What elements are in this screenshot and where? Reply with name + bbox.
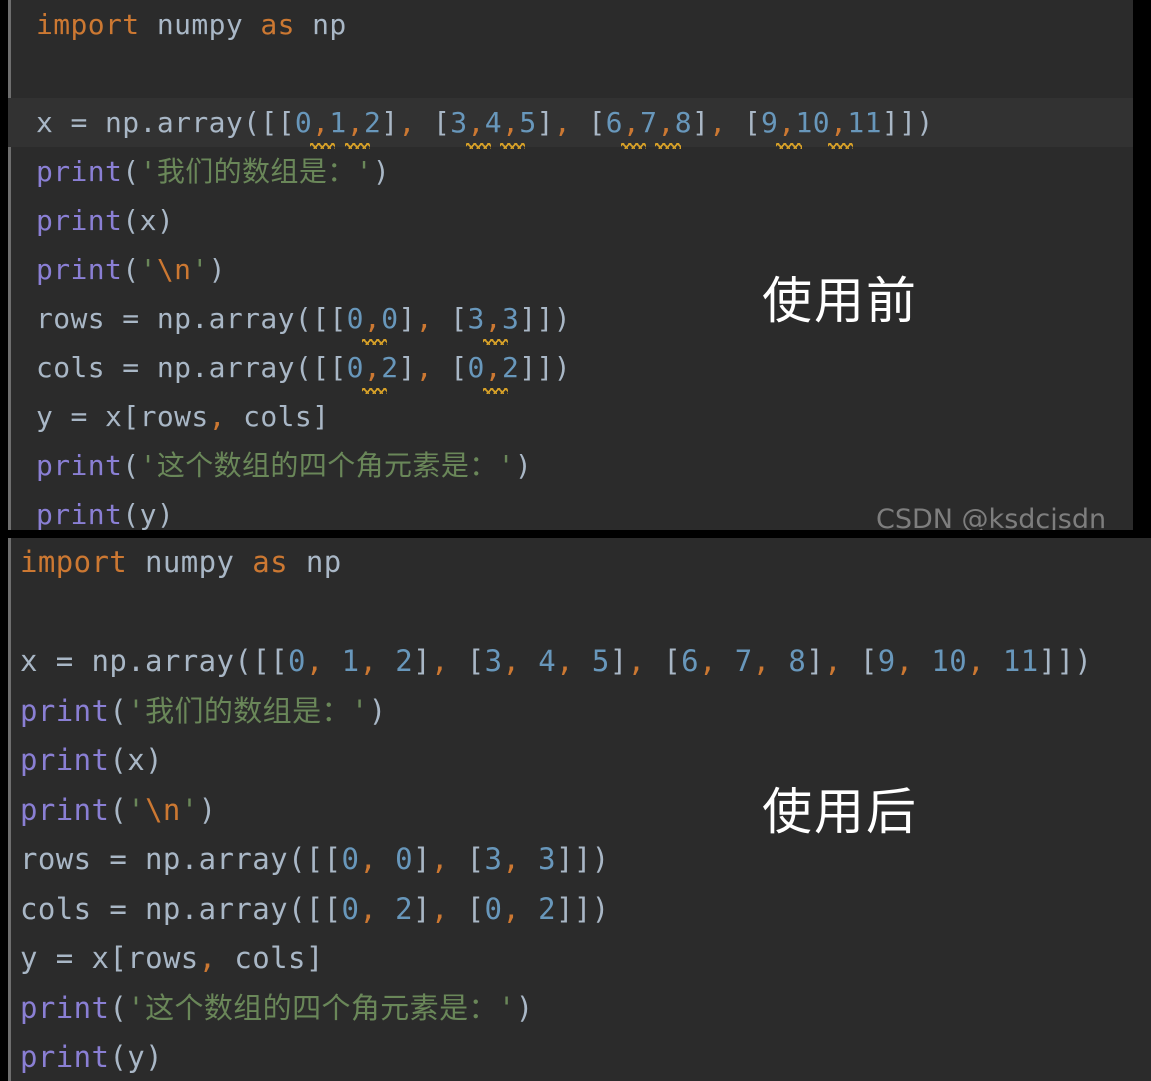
function-print: print bbox=[36, 204, 123, 237]
variable-x: x bbox=[139, 204, 157, 237]
function-print: print bbox=[36, 253, 123, 286]
code-line-blank[interactable] bbox=[8, 588, 1151, 638]
code-line[interactable]: print('这个数组的四个角元素是：') bbox=[8, 441, 1133, 490]
pep8-warning-comma: , bbox=[361, 294, 388, 345]
function-print: print bbox=[36, 498, 123, 530]
function-print: print bbox=[20, 743, 110, 777]
module-numpy: numpy bbox=[156, 8, 244, 41]
keyword-import: import bbox=[20, 545, 128, 579]
left-margin-strip bbox=[0, 0, 8, 1081]
alias-np: np bbox=[305, 545, 342, 579]
keyword-import: import bbox=[36, 8, 140, 41]
code-line[interactable]: print(y) bbox=[8, 1033, 1151, 1081]
pep8-warning-comma: , bbox=[344, 98, 371, 149]
function-print: print bbox=[20, 1040, 110, 1074]
call-np-array: np.array bbox=[156, 302, 295, 335]
code-line[interactable]: rows = np.array([[0,0], [3,3]]) bbox=[8, 294, 1133, 345]
screenshot-stage: import numpy as np x = np.array([[0,1,2]… bbox=[0, 0, 1151, 1081]
function-print: print bbox=[36, 155, 123, 188]
escape-newline: \n bbox=[145, 792, 181, 827]
variable-cols: cols bbox=[243, 400, 313, 433]
code-line[interactable]: print('我们的数组是：') bbox=[8, 147, 1133, 196]
function-print: print bbox=[36, 449, 123, 482]
call-np-array: np.array bbox=[156, 351, 295, 384]
variable-x: x bbox=[20, 644, 38, 678]
code-line[interactable]: print('\n') bbox=[8, 786, 1151, 836]
caption-before: 使用前 bbox=[762, 272, 918, 330]
alias-np: np bbox=[312, 8, 347, 41]
code-line[interactable]: import numpy as np bbox=[8, 538, 1151, 588]
code-line[interactable]: print(x) bbox=[8, 736, 1151, 786]
variable-cols: cols bbox=[234, 941, 306, 975]
pep8-warning-comma: , bbox=[465, 98, 492, 149]
code-line[interactable]: print('\n') bbox=[8, 245, 1133, 294]
variable-cols: cols bbox=[36, 351, 106, 384]
code-line[interactable]: print('我们的数组是：') bbox=[8, 687, 1151, 737]
function-print: print bbox=[20, 990, 110, 1025]
code-area-after[interactable]: import numpy as np x = np.array([[0, 1, … bbox=[8, 538, 1151, 1081]
variable-y: y bbox=[20, 941, 38, 975]
code-line[interactable]: print(x) bbox=[8, 196, 1133, 245]
string-our-array: 我们的数组是： bbox=[145, 693, 351, 728]
variable-rows: rows bbox=[139, 400, 209, 433]
variable-y: y bbox=[139, 498, 157, 530]
pep8-warning-comma: , bbox=[620, 98, 647, 149]
variable-cols: cols bbox=[20, 891, 92, 926]
variable-rows: rows bbox=[36, 302, 106, 335]
string-four-corners: 这个数组的四个角元素是： bbox=[156, 449, 498, 482]
code-line[interactable]: print('这个数组的四个角元素是：') bbox=[8, 984, 1151, 1034]
variable-x: x bbox=[36, 106, 54, 139]
pep8-warning-comma: , bbox=[361, 343, 388, 394]
function-print: print bbox=[20, 792, 110, 827]
code-panel-before: import numpy as np x = np.array([[0,1,2]… bbox=[8, 0, 1133, 530]
pep8-warning-comma: , bbox=[310, 98, 336, 149]
code-line[interactable]: y = x[rows, cols] bbox=[8, 934, 1151, 984]
call-np-array: np.array bbox=[105, 106, 244, 139]
variable-x: x bbox=[127, 743, 146, 777]
pep8-warning-comma: , bbox=[482, 294, 509, 345]
watermark-text: CSDN @ksdcjsdn bbox=[876, 505, 1107, 530]
keyword-as: as bbox=[252, 545, 288, 579]
function-print: print bbox=[20, 693, 110, 728]
code-line[interactable]: cols = np.array([[0,2], [0,2]]) bbox=[8, 343, 1133, 394]
pep8-warning-comma: , bbox=[500, 98, 526, 149]
code-panel-after: import numpy as np x = np.array([[0, 1, … bbox=[8, 538, 1151, 1081]
variable-x: x bbox=[105, 400, 123, 433]
caption-after: 使用后 bbox=[762, 783, 918, 841]
pep8-warning-comma: , bbox=[482, 343, 509, 394]
variable-y: y bbox=[127, 1040, 146, 1074]
code-line[interactable]: x = np.array([[0, 1, 2], [3, 4, 5], [6, … bbox=[8, 637, 1151, 687]
module-numpy: numpy bbox=[145, 545, 235, 579]
variable-rows: rows bbox=[127, 941, 199, 975]
code-area-before[interactable]: import numpy as np x = np.array([[0,1,2]… bbox=[8, 0, 1133, 530]
call-np-array: np.array bbox=[145, 891, 288, 926]
code-line[interactable]: rows = np.array([[0, 0], [3, 3]]) bbox=[8, 835, 1151, 885]
panel-divider bbox=[0, 530, 1151, 538]
keyword-as: as bbox=[260, 8, 295, 41]
code-line[interactable]: import numpy as np bbox=[8, 0, 1133, 49]
code-line-blank[interactable] bbox=[8, 49, 1133, 98]
call-np-array: np.array bbox=[145, 842, 288, 876]
code-line-current[interactable]: x = np.array([[0,1,2], [3,4,5], [6,7,8],… bbox=[8, 98, 1133, 149]
code-line[interactable]: y = x[rows, cols] bbox=[8, 392, 1133, 441]
pep8-warning-comma: , bbox=[828, 98, 854, 149]
code-line[interactable]: cols = np.array([[0, 2], [0, 2]]) bbox=[8, 885, 1151, 935]
string-four-corners: 这个数组的四个角元素是： bbox=[145, 990, 498, 1025]
right-margin-strip bbox=[1133, 0, 1151, 530]
call-np-array: np.array bbox=[91, 644, 235, 678]
variable-rows: rows bbox=[20, 842, 92, 876]
variable-y: y bbox=[36, 400, 54, 433]
watermark: CSDN @ksdcjsdn bbox=[876, 505, 1133, 530]
string-our-array: 我们的数组是： bbox=[156, 155, 356, 188]
variable-x: x bbox=[91, 941, 110, 975]
pep8-warning-comma: , bbox=[776, 98, 802, 149]
escape-newline: \n bbox=[156, 253, 192, 286]
pep8-warning-comma: , bbox=[655, 98, 682, 149]
